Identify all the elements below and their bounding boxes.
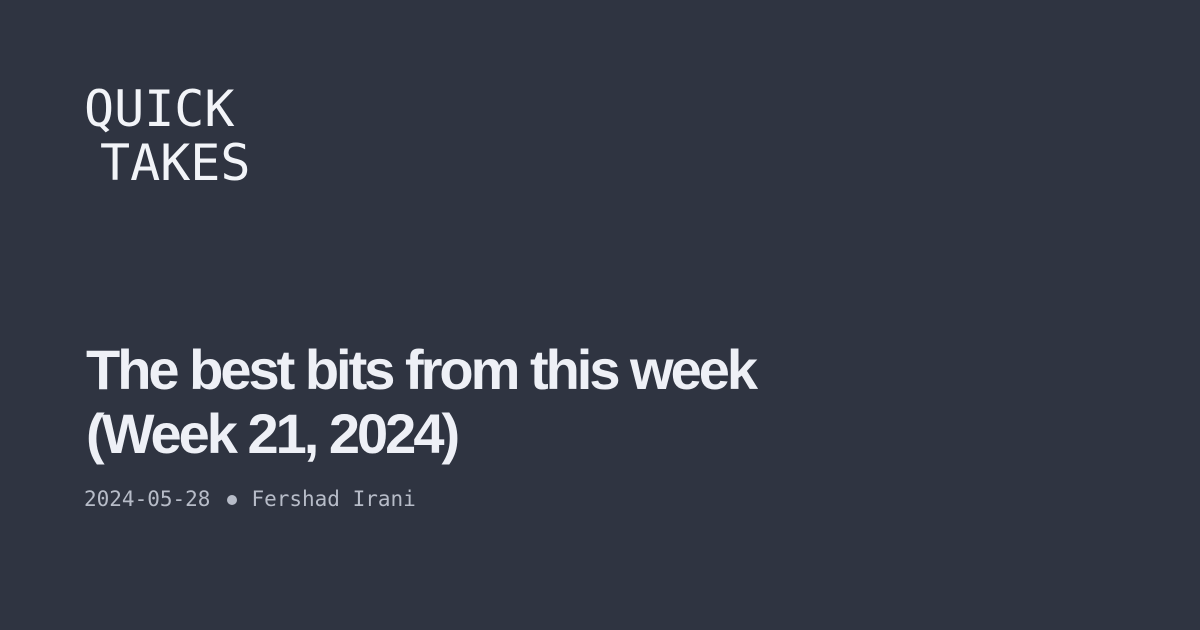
- post-title-line-1: The best bits from this week: [86, 338, 758, 401]
- logo-line-takes: TAKES: [100, 134, 251, 192]
- quick-takes-logo: QUICK TAKES: [84, 82, 251, 190]
- post-meta: 2024-05-28 Fershad Irani: [84, 486, 416, 512]
- logo-line-quick: QUICK: [84, 80, 235, 138]
- post-title: The best bits from this week (Week 21, 2…: [86, 338, 1066, 466]
- post-date: 2024-05-28: [84, 487, 211, 511]
- post-title-line-2: (Week 21, 2024): [86, 402, 460, 465]
- post-author: Fershad Irani: [251, 487, 416, 511]
- separator-dot-icon: [227, 495, 238, 505]
